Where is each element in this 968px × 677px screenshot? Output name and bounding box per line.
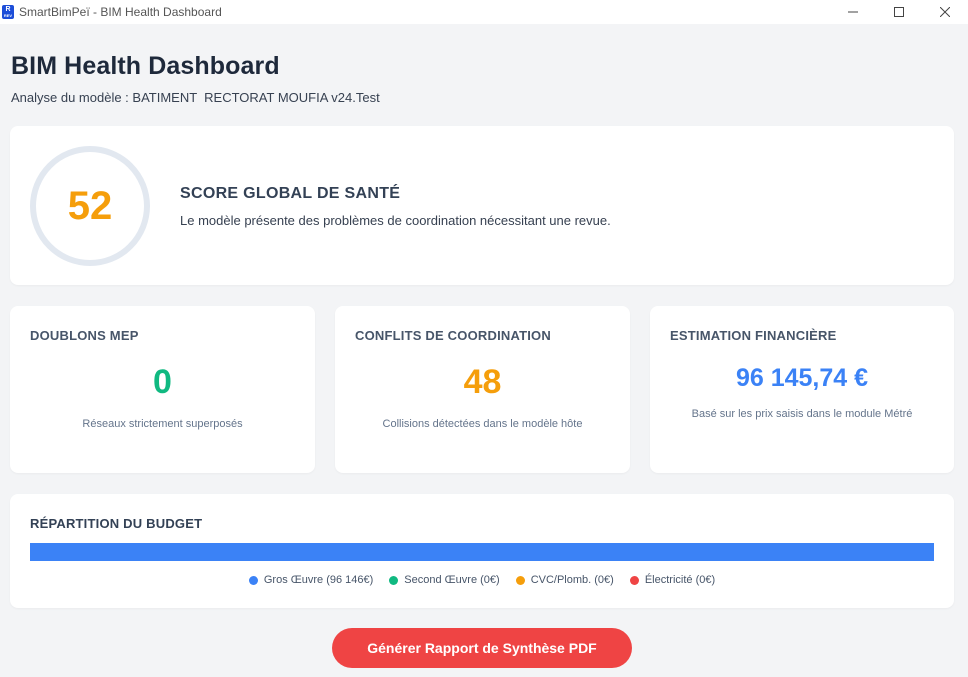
legend-item: CVC/Plomb. (0€) xyxy=(515,574,614,586)
minimize-icon xyxy=(848,11,858,13)
window-title: SmartBimPeï - BIM Health Dashboard xyxy=(19,5,222,19)
global-score-card: 52 SCORE GLOBAL DE SANTÉ Le modèle prése… xyxy=(10,126,954,285)
maximize-icon xyxy=(894,7,904,17)
finance-note: Basé sur les prix saisis dans le module … xyxy=(691,408,913,420)
model-subtitle: Analyse du modèle : BATIMENT RECTORAT MO… xyxy=(11,90,380,105)
score-ring: 52 xyxy=(30,146,150,266)
close-icon xyxy=(940,7,950,17)
legend-dot xyxy=(248,575,258,585)
legend-label: Électricité (0€) xyxy=(644,574,716,586)
mep-heading: DOUBLONS MEP xyxy=(30,328,139,343)
legend-label: CVC/Plomb. (0€) xyxy=(530,574,614,586)
legend-item: Gros Œuvre (96 146€) xyxy=(248,574,374,586)
conflicts-heading: CONFLITS DE COORDINATION xyxy=(355,328,551,343)
generate-pdf-report-button[interactable]: Générer Rapport de Synthèse PDF xyxy=(332,628,632,668)
close-button[interactable] xyxy=(922,0,968,24)
score-description: Le modèle présente des problèmes de coor… xyxy=(180,213,611,228)
budget-bar xyxy=(30,543,934,561)
legend-dot xyxy=(515,575,525,585)
budget-legend: Gros Œuvre (96 146€) Second Œuvre (0€) CVC… xyxy=(10,574,954,586)
budget-segment xyxy=(30,543,934,561)
legend-item: Électricité (0€) xyxy=(629,574,716,586)
app-icon: R REV xyxy=(2,5,14,19)
score-value: 52 xyxy=(67,183,113,228)
budget-breakdown-card: RÉPARTITION DU BUDGET Gros Œuvre (96 146… xyxy=(10,494,954,608)
legend-item: Second Œuvre (0€) xyxy=(389,574,500,586)
finance-heading: ESTIMATION FINANCIÈRE xyxy=(670,328,837,343)
coordination-conflicts-card: CONFLITS DE COORDINATION 48 Collisions d… xyxy=(335,306,630,473)
mep-value: 0 xyxy=(153,363,172,401)
mep-duplicates-card: DOUBLONS MEP 0 Réseaux strictement super… xyxy=(10,306,315,473)
conflicts-note: Collisions détectées dans le modèle hôte xyxy=(382,418,583,430)
minimize-button[interactable] xyxy=(830,0,876,24)
finance-value: 96 145,74 € xyxy=(735,364,869,392)
legend-label: Second Œuvre (0€) xyxy=(404,574,500,586)
budget-heading: RÉPARTITION DU BUDGET xyxy=(30,516,203,531)
page-title: BIM Health Dashboard xyxy=(11,52,280,80)
window-controls xyxy=(830,0,968,24)
legend-label: Gros Œuvre (96 146€) xyxy=(263,574,374,586)
maximize-button[interactable] xyxy=(876,0,922,24)
score-heading: SCORE GLOBAL DE SANTÉ xyxy=(180,185,401,202)
financial-estimate-card: ESTIMATION FINANCIÈRE 96 145,74 € Basé s… xyxy=(650,306,954,473)
legend-dot xyxy=(629,575,639,585)
app-icon-caption: REV xyxy=(3,13,13,18)
legend-dot xyxy=(389,575,399,585)
window-titlebar: R REV SmartBimPeï - BIM Health Dashboard xyxy=(0,0,968,24)
mep-note: Réseaux strictement superposés xyxy=(82,418,243,430)
conflicts-value: 48 xyxy=(463,363,502,401)
